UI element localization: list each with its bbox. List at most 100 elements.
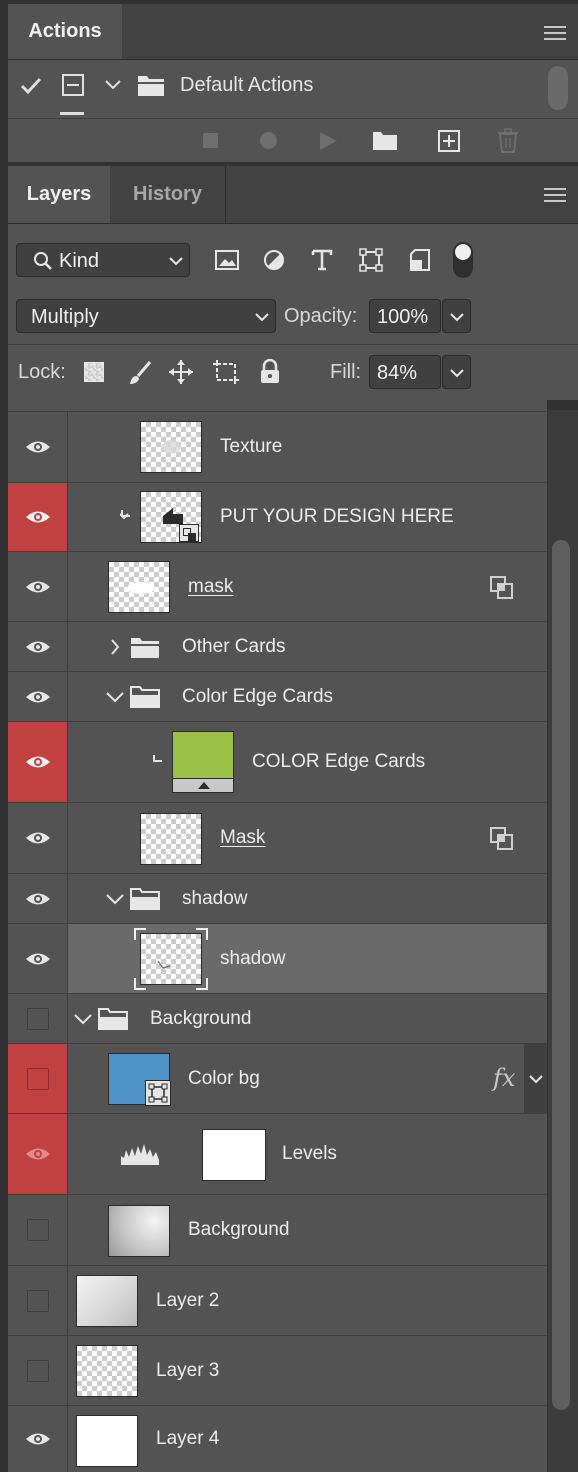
tab-history[interactable]: History — [110, 166, 226, 223]
layer-row-levels[interactable]: Levels — [8, 1114, 547, 1195]
trash-icon[interactable] — [497, 128, 519, 154]
eye-icon[interactable] — [24, 753, 52, 771]
layer-thumbnail[interactable] — [140, 491, 202, 543]
eye-icon[interactable] — [24, 1430, 52, 1448]
layer-name[interactable]: Background — [188, 1219, 289, 1241]
eye-icon[interactable] — [24, 508, 52, 526]
stop-icon[interactable] — [203, 133, 218, 148]
new-action-icon[interactable] — [438, 130, 460, 152]
layer-row-shadow-selected[interactable]: shadow — [8, 924, 547, 994]
filter-toggle-icon[interactable] — [453, 242, 473, 278]
layers-scrollbar[interactable] — [552, 540, 570, 1410]
layer-group-other-cards[interactable]: Other Cards — [8, 622, 547, 672]
layer-group-shadow[interactable]: shadow — [8, 874, 547, 924]
layer-effects-fx-icon[interactable]: fx — [493, 1064, 515, 1092]
visibility-toggle[interactable] — [8, 924, 68, 993]
tab-actions[interactable]: Actions — [8, 4, 122, 59]
layer-name[interactable]: Layer 4 — [156, 1428, 219, 1450]
blend-mode-dropdown[interactable]: Multiply — [16, 299, 276, 333]
smart-object-filter-icon[interactable] — [409, 248, 431, 272]
new-set-folder-icon[interactable] — [372, 129, 398, 151]
shape-filter-icon[interactable] — [359, 248, 383, 272]
layer-row-background[interactable]: Background — [8, 1195, 547, 1266]
layer-name[interactable]: Color bg — [188, 1068, 260, 1090]
layer-thumbnail[interactable] — [76, 1275, 138, 1327]
visibility-toggle[interactable] — [8, 1044, 68, 1113]
layer-row-color-bg[interactable]: Color bg fx — [8, 1044, 547, 1114]
lock-image-brush-icon[interactable] — [128, 360, 152, 386]
layer-thumbnail[interactable] — [108, 1205, 170, 1257]
layer-name[interactable]: Layer 2 — [156, 1290, 219, 1312]
chevron-down-icon[interactable] — [529, 1074, 543, 1084]
layer-name[interactable]: Texture — [220, 436, 282, 458]
chevron-down-icon[interactable] — [106, 893, 124, 905]
record-icon[interactable] — [260, 132, 277, 149]
eye-icon[interactable] — [24, 688, 52, 706]
eye-icon[interactable] — [24, 578, 52, 596]
visibility-toggle[interactable] — [8, 994, 68, 1043]
layer-name[interactable]: shadow — [220, 948, 286, 970]
layer-thumbnail[interactable] — [140, 421, 202, 473]
layer-name[interactable]: Mask — [220, 827, 265, 849]
eye-icon[interactable] — [24, 890, 52, 908]
fill-input[interactable]: 84% — [369, 355, 441, 389]
layer-thumbnail[interactable] — [76, 1415, 138, 1467]
layer-row-mask[interactable]: mask — [8, 552, 547, 622]
layer-group-color-edge-cards[interactable]: Color Edge Cards — [8, 672, 547, 722]
visibility-toggle[interactable] — [8, 483, 68, 551]
lock-transparent-icon[interactable] — [84, 362, 104, 382]
layer-name[interactable]: shadow — [182, 888, 248, 910]
layer-name[interactable]: mask — [188, 576, 233, 598]
visibility-toggle[interactable] — [8, 552, 68, 621]
lock-artboard-icon[interactable] — [212, 359, 240, 385]
type-filter-icon[interactable] — [311, 249, 333, 271]
eye-icon[interactable] — [24, 638, 52, 656]
layer-row-mask-2[interactable]: Mask — [8, 803, 547, 874]
layer-row-layer-4[interactable]: Layer 4 — [8, 1406, 547, 1472]
adjustment-mask-thumbnail[interactable] — [202, 1129, 266, 1181]
chevron-down-icon[interactable] — [74, 1013, 92, 1025]
layer-name[interactable]: PUT YOUR DESIGN HERE — [220, 506, 454, 528]
layer-name[interactable]: Levels — [282, 1143, 337, 1165]
visibility-toggle[interactable] — [8, 622, 68, 671]
visibility-toggle[interactable] — [8, 412, 68, 482]
action-set-row[interactable]: Default Actions — [8, 62, 544, 112]
chevron-down-icon[interactable] — [106, 691, 124, 703]
visibility-toggle[interactable] — [8, 1406, 68, 1472]
visibility-toggle[interactable] — [8, 672, 68, 721]
layer-row-color-edge-cards-fill[interactable]: COLOR Edge Cards — [8, 722, 547, 803]
eye-icon[interactable] — [24, 950, 52, 968]
chevron-right-icon[interactable] — [110, 639, 120, 655]
layer-row-put-your-design-here[interactable]: PUT YOUR DESIGN HERE — [8, 483, 547, 552]
lock-position-move-icon[interactable] — [168, 359, 194, 385]
layer-thumbnail[interactable] — [76, 1345, 138, 1397]
play-icon[interactable] — [318, 131, 338, 151]
layer-row-layer-3[interactable]: Layer 3 — [8, 1336, 547, 1406]
layer-thumbnail[interactable] — [108, 561, 170, 613]
panel-menu-icon[interactable] — [544, 26, 566, 40]
eye-icon[interactable] — [24, 829, 52, 847]
visibility-toggle[interactable] — [8, 874, 68, 923]
effects-expand-toggle[interactable] — [524, 1044, 547, 1113]
adjustment-filter-icon[interactable] — [263, 249, 285, 271]
color-fill-thumbnail[interactable] — [172, 731, 234, 793]
opacity-slider-toggle[interactable] — [442, 299, 471, 333]
actions-scrollbar[interactable] — [548, 66, 568, 110]
visibility-toggle[interactable] — [8, 722, 68, 802]
tab-layers[interactable]: Layers — [8, 166, 110, 223]
visibility-toggle[interactable] — [8, 1336, 68, 1405]
layer-thumbnail[interactable] — [108, 1053, 171, 1106]
layer-group-background[interactable]: Background — [8, 994, 547, 1044]
visibility-toggle[interactable] — [8, 803, 68, 873]
layer-name[interactable]: Color Edge Cards — [182, 686, 333, 708]
layer-row-texture[interactable]: Texture — [8, 412, 547, 483]
eye-icon[interactable] — [24, 1145, 52, 1163]
filter-kind-dropdown[interactable]: Kind — [16, 243, 190, 277]
layer-name[interactable]: Background — [150, 1008, 251, 1030]
eye-icon[interactable] — [24, 438, 52, 456]
lock-all-icon[interactable] — [259, 359, 281, 385]
image-filter-icon[interactable] — [215, 249, 239, 271]
fill-slider-toggle[interactable] — [442, 355, 471, 389]
visibility-toggle[interactable] — [8, 1195, 68, 1265]
layer-name[interactable]: COLOR Edge Cards — [252, 751, 425, 773]
